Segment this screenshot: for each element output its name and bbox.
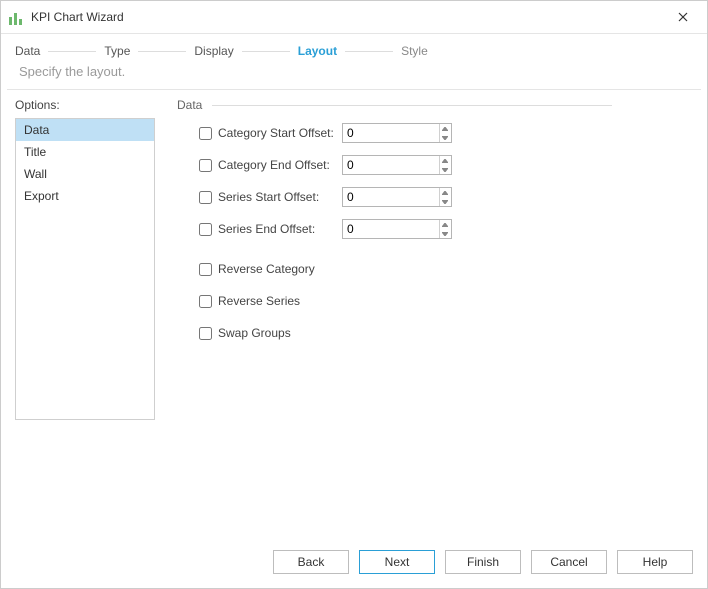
- spin-up[interactable]: [440, 188, 451, 197]
- section-rule: [212, 105, 612, 106]
- checkbox-reverse-category[interactable]: [199, 263, 212, 276]
- divider: [7, 89, 701, 90]
- row-category-start: Category Start Offset:: [199, 122, 693, 144]
- step-divider: [48, 51, 96, 52]
- step-display[interactable]: Display: [194, 44, 233, 58]
- chevron-down-icon: [442, 200, 448, 204]
- options-item-wall[interactable]: Wall: [16, 163, 154, 185]
- step-type[interactable]: Type: [104, 44, 130, 58]
- label-category-end: Category End Offset:: [218, 158, 342, 172]
- next-button[interactable]: Next: [359, 550, 435, 574]
- row-category-end: Category End Offset:: [199, 154, 693, 176]
- field-category-end: [342, 155, 452, 175]
- input-category-start[interactable]: [343, 124, 439, 142]
- finish-button[interactable]: Finish: [445, 550, 521, 574]
- label-reverse-category: Reverse Category: [218, 262, 315, 276]
- row-reverse-series: Reverse Series: [199, 290, 693, 312]
- options-list[interactable]: Data Title Wall Export: [15, 118, 155, 420]
- input-series-start[interactable]: [343, 188, 439, 206]
- chevron-down-icon: [442, 136, 448, 140]
- row-series-end: Series End Offset:: [199, 218, 693, 240]
- step-data[interactable]: Data: [15, 44, 40, 58]
- spin-down[interactable]: [440, 229, 451, 238]
- label-reverse-series: Reverse Series: [218, 294, 300, 308]
- help-button[interactable]: Help: [617, 550, 693, 574]
- row-series-start: Series Start Offset:: [199, 186, 693, 208]
- field-category-start: [342, 123, 452, 143]
- options-caption: Options:: [15, 98, 155, 112]
- step-style[interactable]: Style: [401, 44, 428, 58]
- spinner-category-start: [439, 124, 451, 142]
- chevron-down-icon: [442, 168, 448, 172]
- options-panel: Options: Data Title Wall Export: [15, 98, 155, 538]
- step-divider: [138, 51, 186, 52]
- checkbox-swap-groups[interactable]: [199, 327, 212, 340]
- body: Options: Data Title Wall Export Data Cat…: [1, 98, 707, 538]
- options-item-export[interactable]: Export: [16, 185, 154, 207]
- spin-up[interactable]: [440, 220, 451, 229]
- options-item-title[interactable]: Title: [16, 141, 154, 163]
- chevron-down-icon: [442, 232, 448, 236]
- wizard-window: KPI Chart Wizard Data Type Display Layou…: [0, 0, 708, 589]
- back-button[interactable]: Back: [273, 550, 349, 574]
- step-layout[interactable]: Layout: [298, 44, 337, 58]
- spinner-category-end: [439, 156, 451, 174]
- field-series-end: [342, 219, 452, 239]
- input-category-end[interactable]: [343, 156, 439, 174]
- spin-up[interactable]: [440, 156, 451, 165]
- toggles-group: Reverse Category Reverse Series Swap Gro…: [177, 258, 693, 344]
- titlebar: KPI Chart Wizard: [1, 1, 707, 34]
- spin-down[interactable]: [440, 165, 451, 174]
- checkbox-category-start[interactable]: [199, 127, 212, 140]
- label-swap-groups: Swap Groups: [218, 326, 291, 340]
- chevron-up-icon: [442, 191, 448, 195]
- section-header: Data: [177, 98, 693, 112]
- checkbox-reverse-series[interactable]: [199, 295, 212, 308]
- cancel-button[interactable]: Cancel: [531, 550, 607, 574]
- checkbox-category-end[interactable]: [199, 159, 212, 172]
- section-title: Data: [177, 98, 202, 112]
- checkbox-series-start[interactable]: [199, 191, 212, 204]
- footer: Back Next Finish Cancel Help: [1, 538, 707, 588]
- spin-down[interactable]: [440, 133, 451, 142]
- spinner-series-end: [439, 220, 451, 238]
- spinner-series-start: [439, 188, 451, 206]
- wizard-subtitle: Specify the layout.: [1, 62, 707, 89]
- chevron-up-icon: [442, 223, 448, 227]
- chevron-up-icon: [442, 159, 448, 163]
- step-divider: [242, 51, 290, 52]
- options-item-data[interactable]: Data: [16, 119, 154, 141]
- close-button[interactable]: [667, 5, 699, 29]
- checkbox-series-end[interactable]: [199, 223, 212, 236]
- row-swap-groups: Swap Groups: [199, 322, 693, 344]
- label-series-start: Series Start Offset:: [218, 190, 342, 204]
- offsets-form: Category Start Offset: Category End Offs…: [177, 122, 693, 240]
- step-divider: [345, 51, 393, 52]
- app-icon: [9, 9, 25, 25]
- spin-up[interactable]: [440, 124, 451, 133]
- row-reverse-category: Reverse Category: [199, 258, 693, 280]
- field-series-start: [342, 187, 452, 207]
- close-icon: [678, 12, 688, 22]
- label-series-end: Series End Offset:: [218, 222, 342, 236]
- label-category-start: Category Start Offset:: [218, 126, 342, 140]
- chevron-up-icon: [442, 127, 448, 131]
- wizard-steps: Data Type Display Layout Style: [1, 34, 707, 62]
- window-title: KPI Chart Wizard: [31, 10, 667, 24]
- input-series-end[interactable]: [343, 220, 439, 238]
- spin-down[interactable]: [440, 197, 451, 206]
- settings-panel: Data Category Start Offset:: [155, 98, 693, 538]
